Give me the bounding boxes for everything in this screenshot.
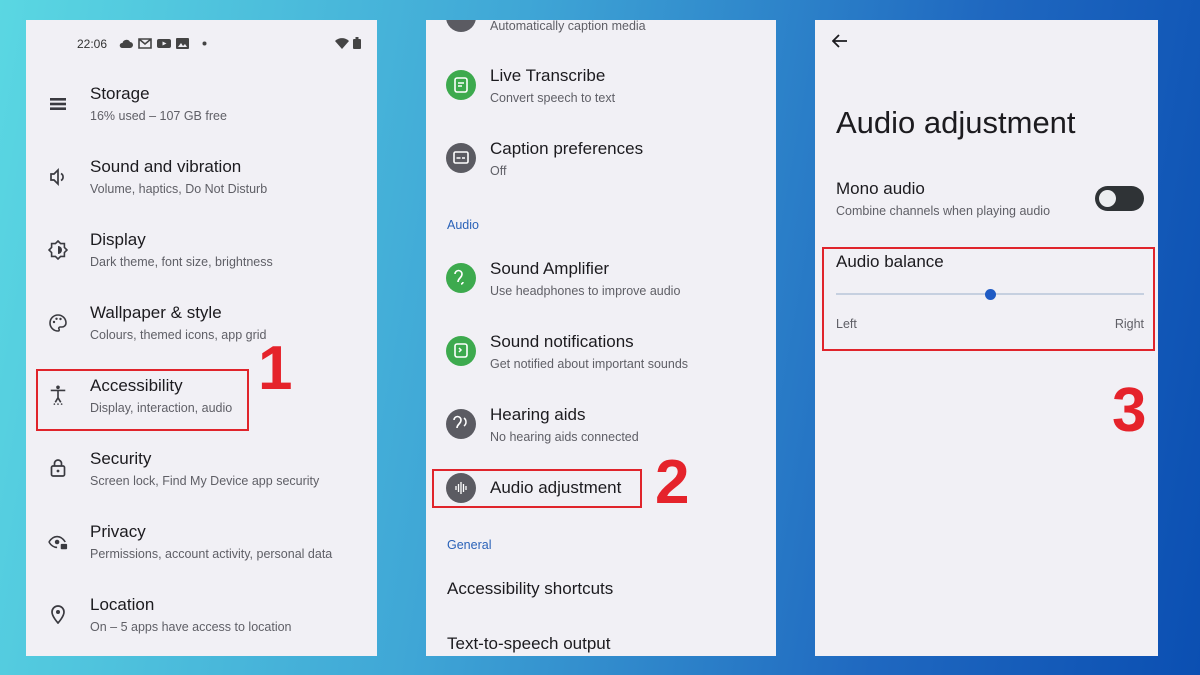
caption-icon: [446, 143, 476, 173]
section-header-audio: Audio: [447, 218, 479, 232]
volume-icon: [50, 167, 64, 187]
highlight-accessibility: [36, 369, 249, 431]
youtube-icon: [157, 39, 171, 48]
settings-item-subtitle: Screen lock, Find My Device app security: [90, 474, 320, 488]
list-item-text-to-speech[interactable]: Text-to-speech output: [447, 634, 610, 654]
list-item-subtitle: Off: [490, 164, 507, 178]
status-bar: 22:06: [77, 37, 367, 51]
section-header-general: General: [447, 538, 492, 552]
live-transcribe-icon: [446, 70, 476, 100]
caption-media-icon: [446, 20, 476, 32]
cloud-icon: [119, 39, 133, 48]
settings-item-privacy[interactable]: Privacy Permissions, account activity, p…: [26, 522, 377, 572]
list-item-subtitle: Get notified about important sounds: [490, 357, 689, 371]
settings-item-title: Security: [90, 449, 152, 468]
settings-item-title: Privacy: [90, 522, 146, 541]
photos-icon: [176, 38, 189, 49]
settings-item-subtitle: Dark theme, font size, brightness: [90, 255, 273, 269]
list-item-title: Hearing aids: [490, 405, 586, 424]
list-item-caption-preferences[interactable]: Caption preferences Off: [426, 139, 776, 189]
accessibility-panel: Automatically caption media Live Transcr…: [426, 20, 776, 656]
more-notifications-icon: [202, 41, 207, 46]
step-number-3: 3: [1112, 376, 1147, 445]
toggle-knob: [1099, 190, 1116, 207]
hearing-aid-icon: [446, 409, 476, 439]
settings-item-title: Location: [90, 595, 155, 614]
mono-audio-toggle[interactable]: [1095, 186, 1144, 211]
settings-item-title: Storage: [90, 84, 150, 103]
list-item-title: Live Transcribe: [490, 66, 606, 85]
status-time: 22:06: [77, 37, 108, 51]
list-item-hearing-aids[interactable]: Hearing aids No hearing aids connected: [426, 405, 776, 455]
wifi-icon: [335, 38, 349, 49]
storage-icon: [50, 98, 66, 110]
list-item-title: Sound notifications: [490, 332, 634, 351]
highlight-audio-balance: [822, 247, 1155, 351]
highlight-audio-adjustment: [432, 469, 642, 508]
brightness-icon: [48, 240, 68, 260]
list-item-accessibility-shortcuts[interactable]: Accessibility shortcuts: [447, 579, 613, 599]
settings-item-sound[interactable]: Sound and vibration Volume, haptics, Do …: [26, 157, 377, 207]
list-item-sound-notifications[interactable]: Sound notifications Get notified about i…: [426, 332, 776, 382]
eye-lock-icon: [48, 535, 68, 550]
settings-item-security[interactable]: Security Screen lock, Find My Device app…: [26, 449, 377, 499]
mono-audio-subtitle: Combine channels when playing audio: [836, 204, 1051, 218]
sound-notification-icon: [446, 336, 476, 366]
settings-item-subtitle: Volume, haptics, Do Not Disturb: [90, 182, 268, 196]
settings-item-wallpaper[interactable]: Wallpaper & style Colours, themed icons,…: [26, 303, 377, 353]
mail-icon: [138, 38, 152, 49]
settings-item-title: Wallpaper & style: [90, 303, 222, 322]
list-item-title: Caption preferences: [490, 139, 644, 158]
palette-icon: [49, 314, 67, 332]
location-pin-icon: [51, 605, 65, 624]
page-title: Audio adjustment: [836, 105, 1076, 140]
list-item-title: Sound Amplifier: [490, 259, 610, 278]
partial-item-subtitle: Automatically caption media: [490, 20, 646, 33]
list-item-subtitle: Convert speech to text: [490, 91, 616, 105]
settings-item-location[interactable]: Location On – 5 apps have access to loca…: [26, 595, 377, 645]
settings-panel: 22:06 Storage 16% used – 107 GB free Sou…: [26, 20, 377, 656]
battery-icon: [353, 37, 361, 49]
settings-item-subtitle: On – 5 apps have access to location: [90, 620, 292, 634]
settings-item-subtitle: Permissions, account activity, personal …: [90, 547, 333, 561]
mono-audio-title: Mono audio: [836, 179, 925, 198]
settings-item-subtitle: Colours, themed icons, app grid: [90, 328, 267, 342]
ear-icon: [446, 263, 476, 293]
list-item-live-transcribe[interactable]: Live Transcribe Convert speech to text: [426, 66, 776, 116]
list-item-subtitle: Use headphones to improve audio: [490, 284, 681, 298]
step-number-1: 1: [258, 334, 293, 403]
step-number-2: 2: [655, 448, 690, 517]
settings-item-title: Display: [90, 230, 146, 249]
settings-item-display[interactable]: Display Dark theme, font size, brightnes…: [26, 230, 377, 280]
settings-item-title: Sound and vibration: [90, 157, 242, 176]
settings-item-subtitle: 16% used – 107 GB free: [90, 109, 227, 123]
settings-item-storage[interactable]: Storage 16% used – 107 GB free: [26, 84, 377, 134]
list-item-subtitle: No hearing aids connected: [490, 430, 639, 444]
list-item-sound-amplifier[interactable]: Sound Amplifier Use headphones to improv…: [426, 259, 776, 309]
lock-icon: [50, 459, 66, 477]
back-arrow-icon[interactable]: [832, 34, 848, 48]
